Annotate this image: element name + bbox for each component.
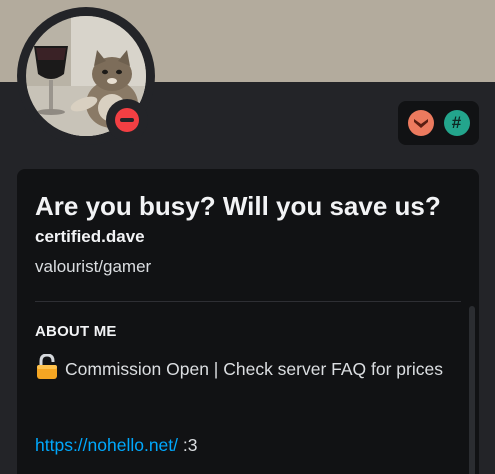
active-developer-badge-icon[interactable]: #: [443, 110, 470, 136]
display-name: Are you busy? Will you save us?: [35, 191, 441, 221]
profile-card: Are you busy? Will you save us? certifie…: [17, 169, 479, 474]
username[interactable]: certified.dave: [35, 227, 145, 247]
badge-container: #: [398, 101, 479, 145]
developer-badge-glyph: #: [451, 113, 462, 132]
divider: [35, 301, 461, 302]
open-lock-icon: [37, 354, 57, 379]
do-not-disturb-status-icon: [115, 108, 139, 132]
about-me-title: ABOUT ME: [35, 323, 117, 340]
link-suffix: :3: [178, 435, 198, 455]
hypesquad-badge-icon[interactable]: [407, 110, 434, 136]
pronouns: valourist/gamer: [35, 257, 152, 276]
bio-text: Commission Open | Check server FAQ for p…: [65, 359, 443, 379]
bio-link-line: https://nohello.net/ :3: [35, 435, 198, 456]
scrollbar[interactable]: [469, 306, 475, 474]
nohello-link[interactable]: https://nohello.net/: [35, 435, 178, 455]
bio: Commission Open | Check server FAQ for p…: [35, 354, 451, 382]
